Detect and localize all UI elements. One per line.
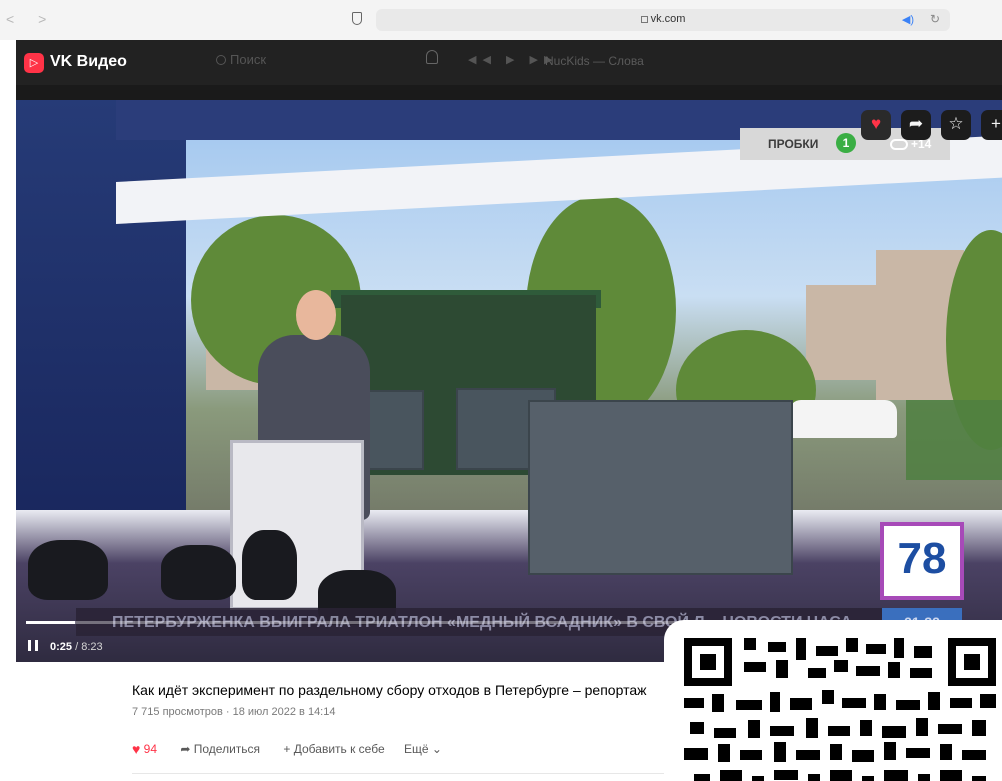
privacy-shield-icon[interactable] bbox=[352, 12, 362, 25]
add-to-self-link[interactable]: + Добавить к себе bbox=[283, 742, 384, 756]
more-label: Ещё bbox=[403, 742, 429, 756]
time-separator: / bbox=[72, 641, 82, 653]
add-label: Добавить к себе bbox=[293, 742, 385, 756]
sound-icon[interactable]: ◀︎) bbox=[902, 13, 914, 26]
back-forward-icon[interactable]: < > bbox=[6, 11, 56, 27]
address-bar[interactable]: vk.com ◀︎) ↻ bbox=[376, 9, 950, 31]
search-icon bbox=[216, 55, 226, 65]
video-like-button[interactable]: ♥ 94 bbox=[132, 741, 158, 757]
share-button[interactable]: ➦ bbox=[901, 110, 931, 140]
share-link[interactable]: ➦ Поделиться bbox=[180, 742, 260, 756]
playback-controls: 0:25 / 8:23 bbox=[28, 640, 103, 653]
app-title[interactable]: VK Видео bbox=[50, 53, 127, 71]
plus-icon: + bbox=[991, 114, 1001, 133]
progress-fill bbox=[26, 621, 75, 624]
cloud-icon bbox=[890, 139, 908, 150]
video-player[interactable]: ПРОБКИ 1 +14 ♥ ➦ ☆ + 78 ПЕТЕРБУРЖЕНКА ВЫ… bbox=[16, 100, 1002, 662]
channel-logo-text: 78 bbox=[897, 534, 947, 583]
video-title[interactable]: Как идёт эксперимент по раздельному сбор… bbox=[132, 682, 646, 698]
video-meta: 7 715 просмотров · 18 июл 2022 в 14:14 bbox=[132, 706, 336, 718]
traffic-label: ПРОБКИ bbox=[768, 137, 819, 151]
divider bbox=[132, 773, 682, 774]
video-actions: ♥ 94 ➦ Поделиться + Добавить к себе Ещё … bbox=[132, 741, 442, 757]
current-time: 0:25 bbox=[50, 641, 73, 653]
share-arrow-icon: ➦ bbox=[908, 114, 924, 133]
total-time: 8:23 bbox=[81, 641, 103, 653]
studio-wall bbox=[16, 100, 186, 570]
vk-video-logo-icon[interactable]: ▷ bbox=[24, 53, 44, 73]
url-label: vk.com bbox=[650, 13, 686, 25]
background-building bbox=[806, 285, 886, 380]
bell-icon[interactable] bbox=[426, 50, 438, 64]
channel-logo: 78 bbox=[880, 522, 964, 600]
trash-bag bbox=[242, 530, 297, 600]
chevron-down-icon: ⌄ bbox=[431, 742, 442, 756]
star-icon: ☆ bbox=[948, 114, 964, 133]
heart-icon: ♥ bbox=[870, 114, 882, 133]
qr-code-graphic bbox=[684, 638, 996, 781]
share-label: Поделиться bbox=[193, 742, 261, 756]
like-count: 94 bbox=[143, 742, 158, 756]
fence bbox=[906, 400, 1002, 480]
subheader bbox=[16, 85, 1002, 100]
address-text: vk.com bbox=[376, 13, 950, 25]
share-arrow-icon: ➦ bbox=[180, 742, 191, 756]
traffic-score: 1 bbox=[836, 133, 856, 153]
large-waste-container bbox=[528, 400, 793, 575]
now-playing-track[interactable]: NucKids — Слова bbox=[545, 54, 644, 68]
browser-toolbar: < > vk.com ◀︎) ↻ bbox=[0, 0, 1002, 40]
vk-header: ▷ VK Видео Поиск ◀◀ ▶ ▶▶ NucKids — Слова bbox=[16, 40, 1002, 85]
heart-icon: ♥ bbox=[132, 741, 141, 757]
pause-icon[interactable] bbox=[28, 640, 38, 651]
more-menu[interactable]: Ещё ⌄ bbox=[404, 742, 442, 756]
favorite-button[interactable]: ☆ bbox=[941, 110, 971, 140]
search-input[interactable]: Поиск bbox=[216, 52, 266, 67]
trash-bag bbox=[161, 545, 236, 600]
lock-icon bbox=[640, 16, 648, 23]
parked-car bbox=[789, 400, 897, 438]
add-button[interactable]: + bbox=[981, 110, 1002, 140]
search-placeholder: Поиск bbox=[230, 52, 267, 67]
trash-bag bbox=[28, 540, 108, 600]
reload-icon[interactable]: ↻ bbox=[930, 12, 940, 26]
qr-code bbox=[664, 620, 1002, 781]
plus-icon: + bbox=[283, 742, 291, 756]
news-anchor-head bbox=[296, 290, 336, 340]
like-button[interactable]: ♥ bbox=[861, 110, 891, 140]
